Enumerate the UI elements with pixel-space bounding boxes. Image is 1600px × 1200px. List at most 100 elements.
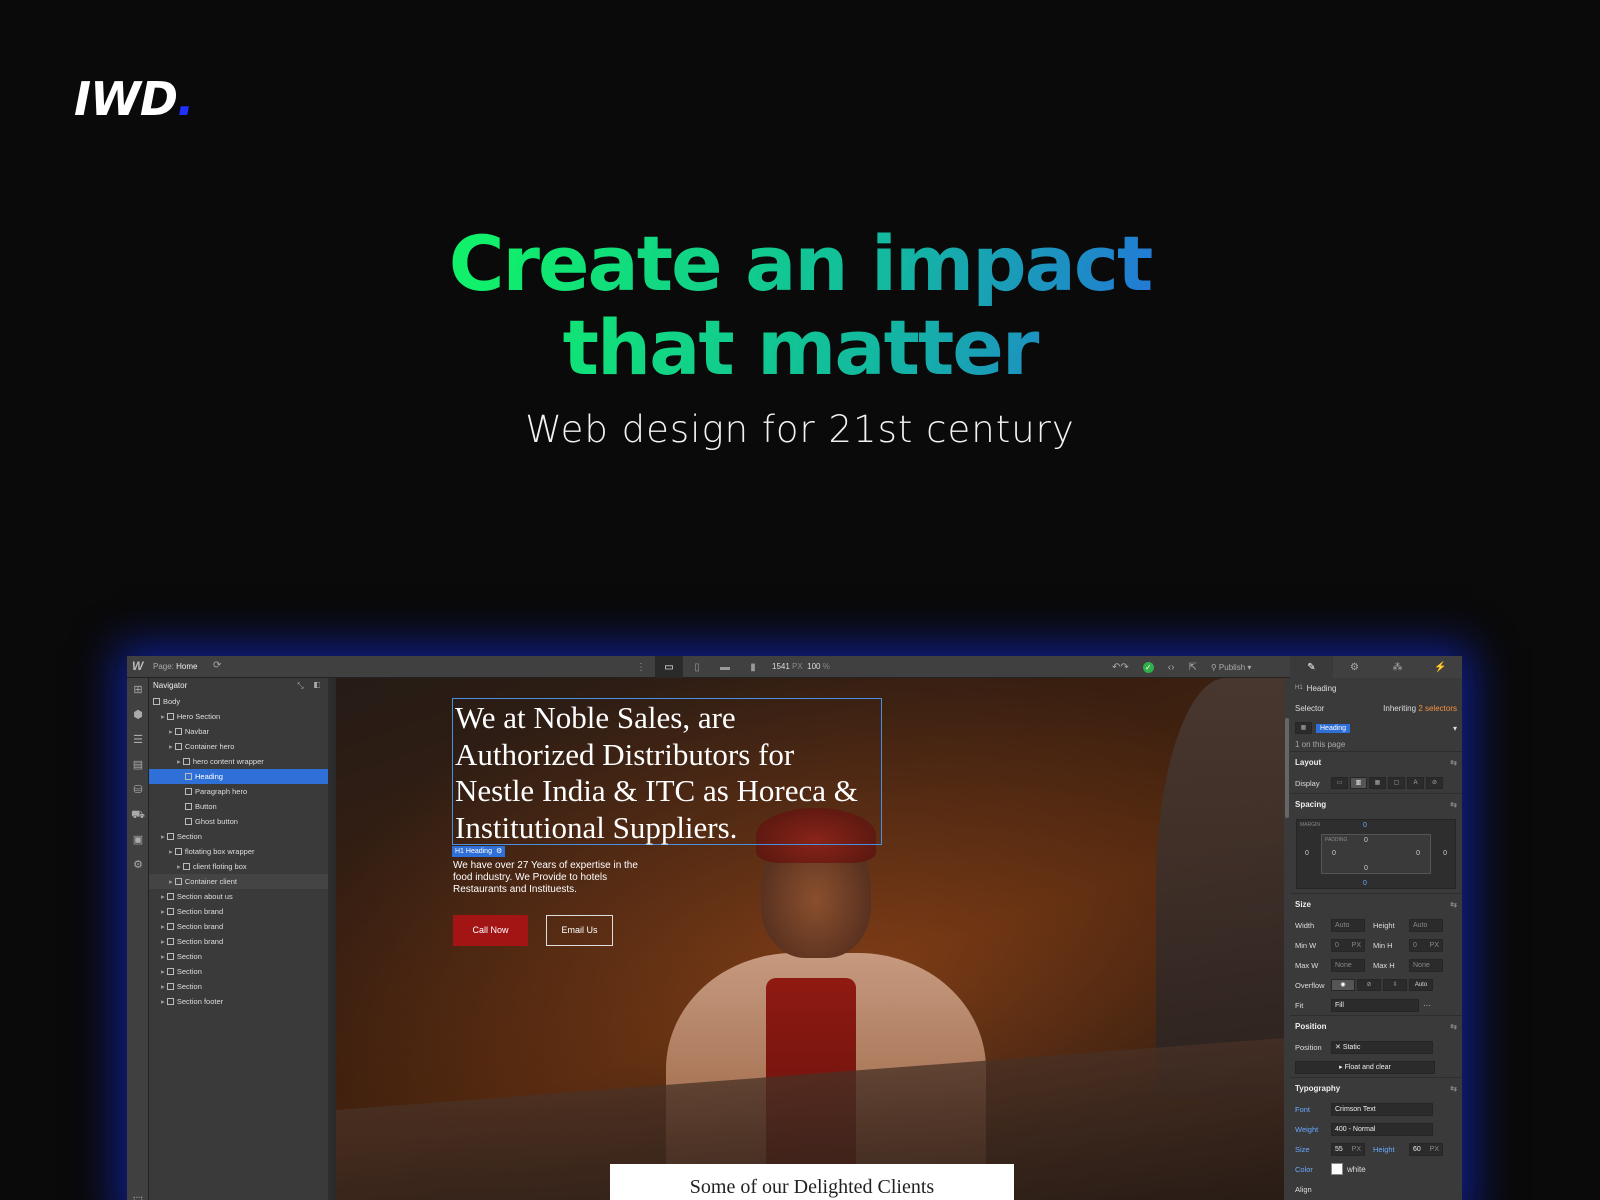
- font-size-input[interactable]: 55 PX: [1331, 1142, 1365, 1156]
- overflow-auto-button[interactable]: Auto: [1409, 979, 1433, 991]
- symbols-icon[interactable]: ⬢: [127, 703, 149, 728]
- selected-element-tag[interactable]: H1 Heading ⚙: [452, 846, 506, 857]
- section-menu-icon[interactable]: ⇆: [1450, 800, 1457, 809]
- navigator-item[interactable]: ▸ Container hero: [149, 739, 328, 754]
- clients-card[interactable]: Some of our Delighted Clients: [610, 1164, 1014, 1200]
- navigator-icon[interactable]: ☰: [127, 728, 149, 753]
- navigator-item[interactable]: ▸ Section: [149, 964, 328, 979]
- width-input[interactable]: Auto: [1331, 918, 1365, 932]
- navigator-item[interactable]: Ghost button: [149, 814, 328, 829]
- mobile-portrait-icon[interactable]: ▮: [739, 656, 767, 678]
- navigator-item[interactable]: ▸ Navbar: [149, 724, 328, 739]
- navigator-item[interactable]: Paragraph hero: [149, 784, 328, 799]
- overflow-hidden-icon[interactable]: ⊘: [1357, 979, 1381, 991]
- navigator-item[interactable]: Body: [149, 694, 328, 709]
- cms-icon[interactable]: ⛁: [127, 778, 149, 803]
- max-height-input[interactable]: None: [1409, 958, 1443, 972]
- display-inline-block-icon[interactable]: ▢: [1388, 777, 1405, 789]
- more-icon[interactable]: ⋯: [1423, 1001, 1431, 1010]
- overflow-scroll-icon[interactable]: ⇳: [1383, 979, 1407, 991]
- canvas-size-readout[interactable]: 1541 PX 100 %: [772, 662, 830, 671]
- max-width-input[interactable]: None: [1331, 958, 1365, 972]
- display-grid-icon[interactable]: ▦: [1369, 777, 1386, 789]
- position-select[interactable]: ✕ Static: [1331, 1040, 1433, 1054]
- navigator-item[interactable]: ▸ Section brand: [149, 904, 328, 919]
- pages-icon[interactable]: ▤: [127, 753, 149, 778]
- undo-icon[interactable]: ↶↷: [1112, 662, 1129, 673]
- chevron-down-icon[interactable]: ▾: [1453, 724, 1457, 733]
- padding-left[interactable]: 0: [1332, 850, 1336, 857]
- color-swatch[interactable]: [1331, 1163, 1343, 1175]
- code-icon[interactable]: ‹›: [1168, 662, 1175, 673]
- desktop-icon[interactable]: ▭: [655, 656, 683, 678]
- select-tool-icon[interactable]: ⬚: [127, 1194, 149, 1200]
- navigator-item[interactable]: ▸ Section about us: [149, 889, 328, 904]
- overflow-visible-icon[interactable]: ◉: [1331, 979, 1355, 991]
- spacing-section[interactable]: Spacing ⇆: [1290, 793, 1462, 815]
- interactions-icon[interactable]: ⚡: [1419, 656, 1462, 678]
- assets-icon[interactable]: ▣: [127, 828, 149, 853]
- settings-icon[interactable]: ⚙: [127, 853, 149, 878]
- layout-section[interactable]: Layout ⇆: [1290, 751, 1462, 773]
- float-clear-button[interactable]: ▸ Float and clear: [1295, 1060, 1435, 1074]
- size-section[interactable]: Size ⇆: [1290, 893, 1462, 915]
- ecommerce-icon[interactable]: ⛟: [127, 803, 149, 828]
- tablet-icon[interactable]: ▯: [683, 656, 711, 678]
- navigator-item[interactable]: ▸ Section: [149, 949, 328, 964]
- canvas-hero-paragraph[interactable]: We have over 27 Years of expertise in th…: [453, 860, 643, 896]
- scrollbar-thumb[interactable]: [1285, 718, 1289, 818]
- brand-logo[interactable]: IWD.: [74, 72, 195, 126]
- navigator-item[interactable]: ▸ hero content wrapper: [149, 754, 328, 769]
- display-flex-icon[interactable]: ▥: [1350, 777, 1367, 789]
- font-select[interactable]: Crimson Text: [1331, 1102, 1433, 1116]
- min-height-input[interactable]: 0 PX: [1409, 938, 1443, 952]
- navigator-item[interactable]: ▸ Container client: [149, 874, 328, 889]
- inheriting-info[interactable]: Inheriting 2 selectors: [1383, 704, 1457, 713]
- style-manager-icon[interactable]: ⁂: [1376, 656, 1419, 678]
- selector-field[interactable]: ▦ Heading ▾: [1290, 718, 1462, 738]
- margin-left[interactable]: 0: [1305, 850, 1309, 857]
- fit-select[interactable]: Fill: [1331, 998, 1419, 1012]
- section-menu-icon[interactable]: ⇆: [1450, 1084, 1457, 1093]
- element-settings-icon[interactable]: ⚙: [1333, 656, 1376, 678]
- email-us-button[interactable]: Email Us: [546, 915, 613, 946]
- margin-right[interactable]: 0: [1443, 850, 1447, 857]
- page-selector[interactable]: Page: Home: [153, 662, 197, 671]
- display-block-icon[interactable]: ▭: [1331, 777, 1348, 789]
- section-menu-icon[interactable]: ⇆: [1450, 1022, 1457, 1031]
- section-menu-icon[interactable]: ⇆: [1450, 900, 1457, 909]
- export-icon[interactable]: ⇱: [1188, 662, 1196, 673]
- publish-button[interactable]: ⚲ Publish ▾: [1211, 663, 1252, 672]
- sync-icon[interactable]: ⟳: [213, 660, 221, 671]
- navigator-item[interactable]: ▸ Hero Section: [149, 709, 328, 724]
- navigator-tools[interactable]: ⤡ ◧: [297, 681, 324, 691]
- app-logo-icon[interactable]: W: [132, 659, 143, 673]
- navigator-item[interactable]: ▸ Section: [149, 829, 328, 844]
- box-model-editor[interactable]: MARGIN 0 0 0 0 PADDING 0 0 0 0: [1296, 819, 1456, 889]
- padding-top[interactable]: 0: [1364, 837, 1368, 844]
- style-brush-icon[interactable]: ✎: [1290, 656, 1333, 678]
- height-input[interactable]: Auto: [1409, 918, 1443, 932]
- color-value[interactable]: white: [1347, 1165, 1366, 1174]
- navigator-item[interactable]: ▸ Section brand: [149, 919, 328, 934]
- navigator-item[interactable]: ▸ flotating box wrapper: [149, 844, 328, 859]
- selector-chip[interactable]: Heading: [1316, 723, 1351, 733]
- saved-check-icon[interactable]: ✓: [1142, 661, 1154, 673]
- add-icon[interactable]: ⊞: [127, 678, 149, 703]
- navigator-item[interactable]: ▸ Section: [149, 979, 328, 994]
- display-none-icon[interactable]: ⊘: [1426, 777, 1443, 789]
- more-icon[interactable]: ⋮: [627, 656, 655, 678]
- design-canvas[interactable]: We at Noble Sales, are Authorized Distri…: [336, 678, 1284, 1200]
- navigator-item[interactable]: ▸ Section footer: [149, 994, 328, 1009]
- canvas-hero-heading[interactable]: We at Noble Sales, are Authorized Distri…: [452, 698, 882, 845]
- typography-section[interactable]: Typography ⇆: [1290, 1077, 1462, 1099]
- line-height-input[interactable]: 60 PX: [1409, 1142, 1443, 1156]
- gear-icon[interactable]: ⚙: [496, 848, 502, 855]
- margin-bottom[interactable]: 0: [1363, 880, 1367, 887]
- navigator-item[interactable]: ▸ Section brand: [149, 934, 328, 949]
- display-inline-icon[interactable]: A: [1407, 777, 1424, 789]
- call-now-button[interactable]: Call Now: [453, 915, 528, 946]
- navigator-item[interactable]: ▸ client floting box: [149, 859, 328, 874]
- padding-right[interactable]: 0: [1416, 850, 1420, 857]
- margin-top[interactable]: 0: [1363, 822, 1367, 829]
